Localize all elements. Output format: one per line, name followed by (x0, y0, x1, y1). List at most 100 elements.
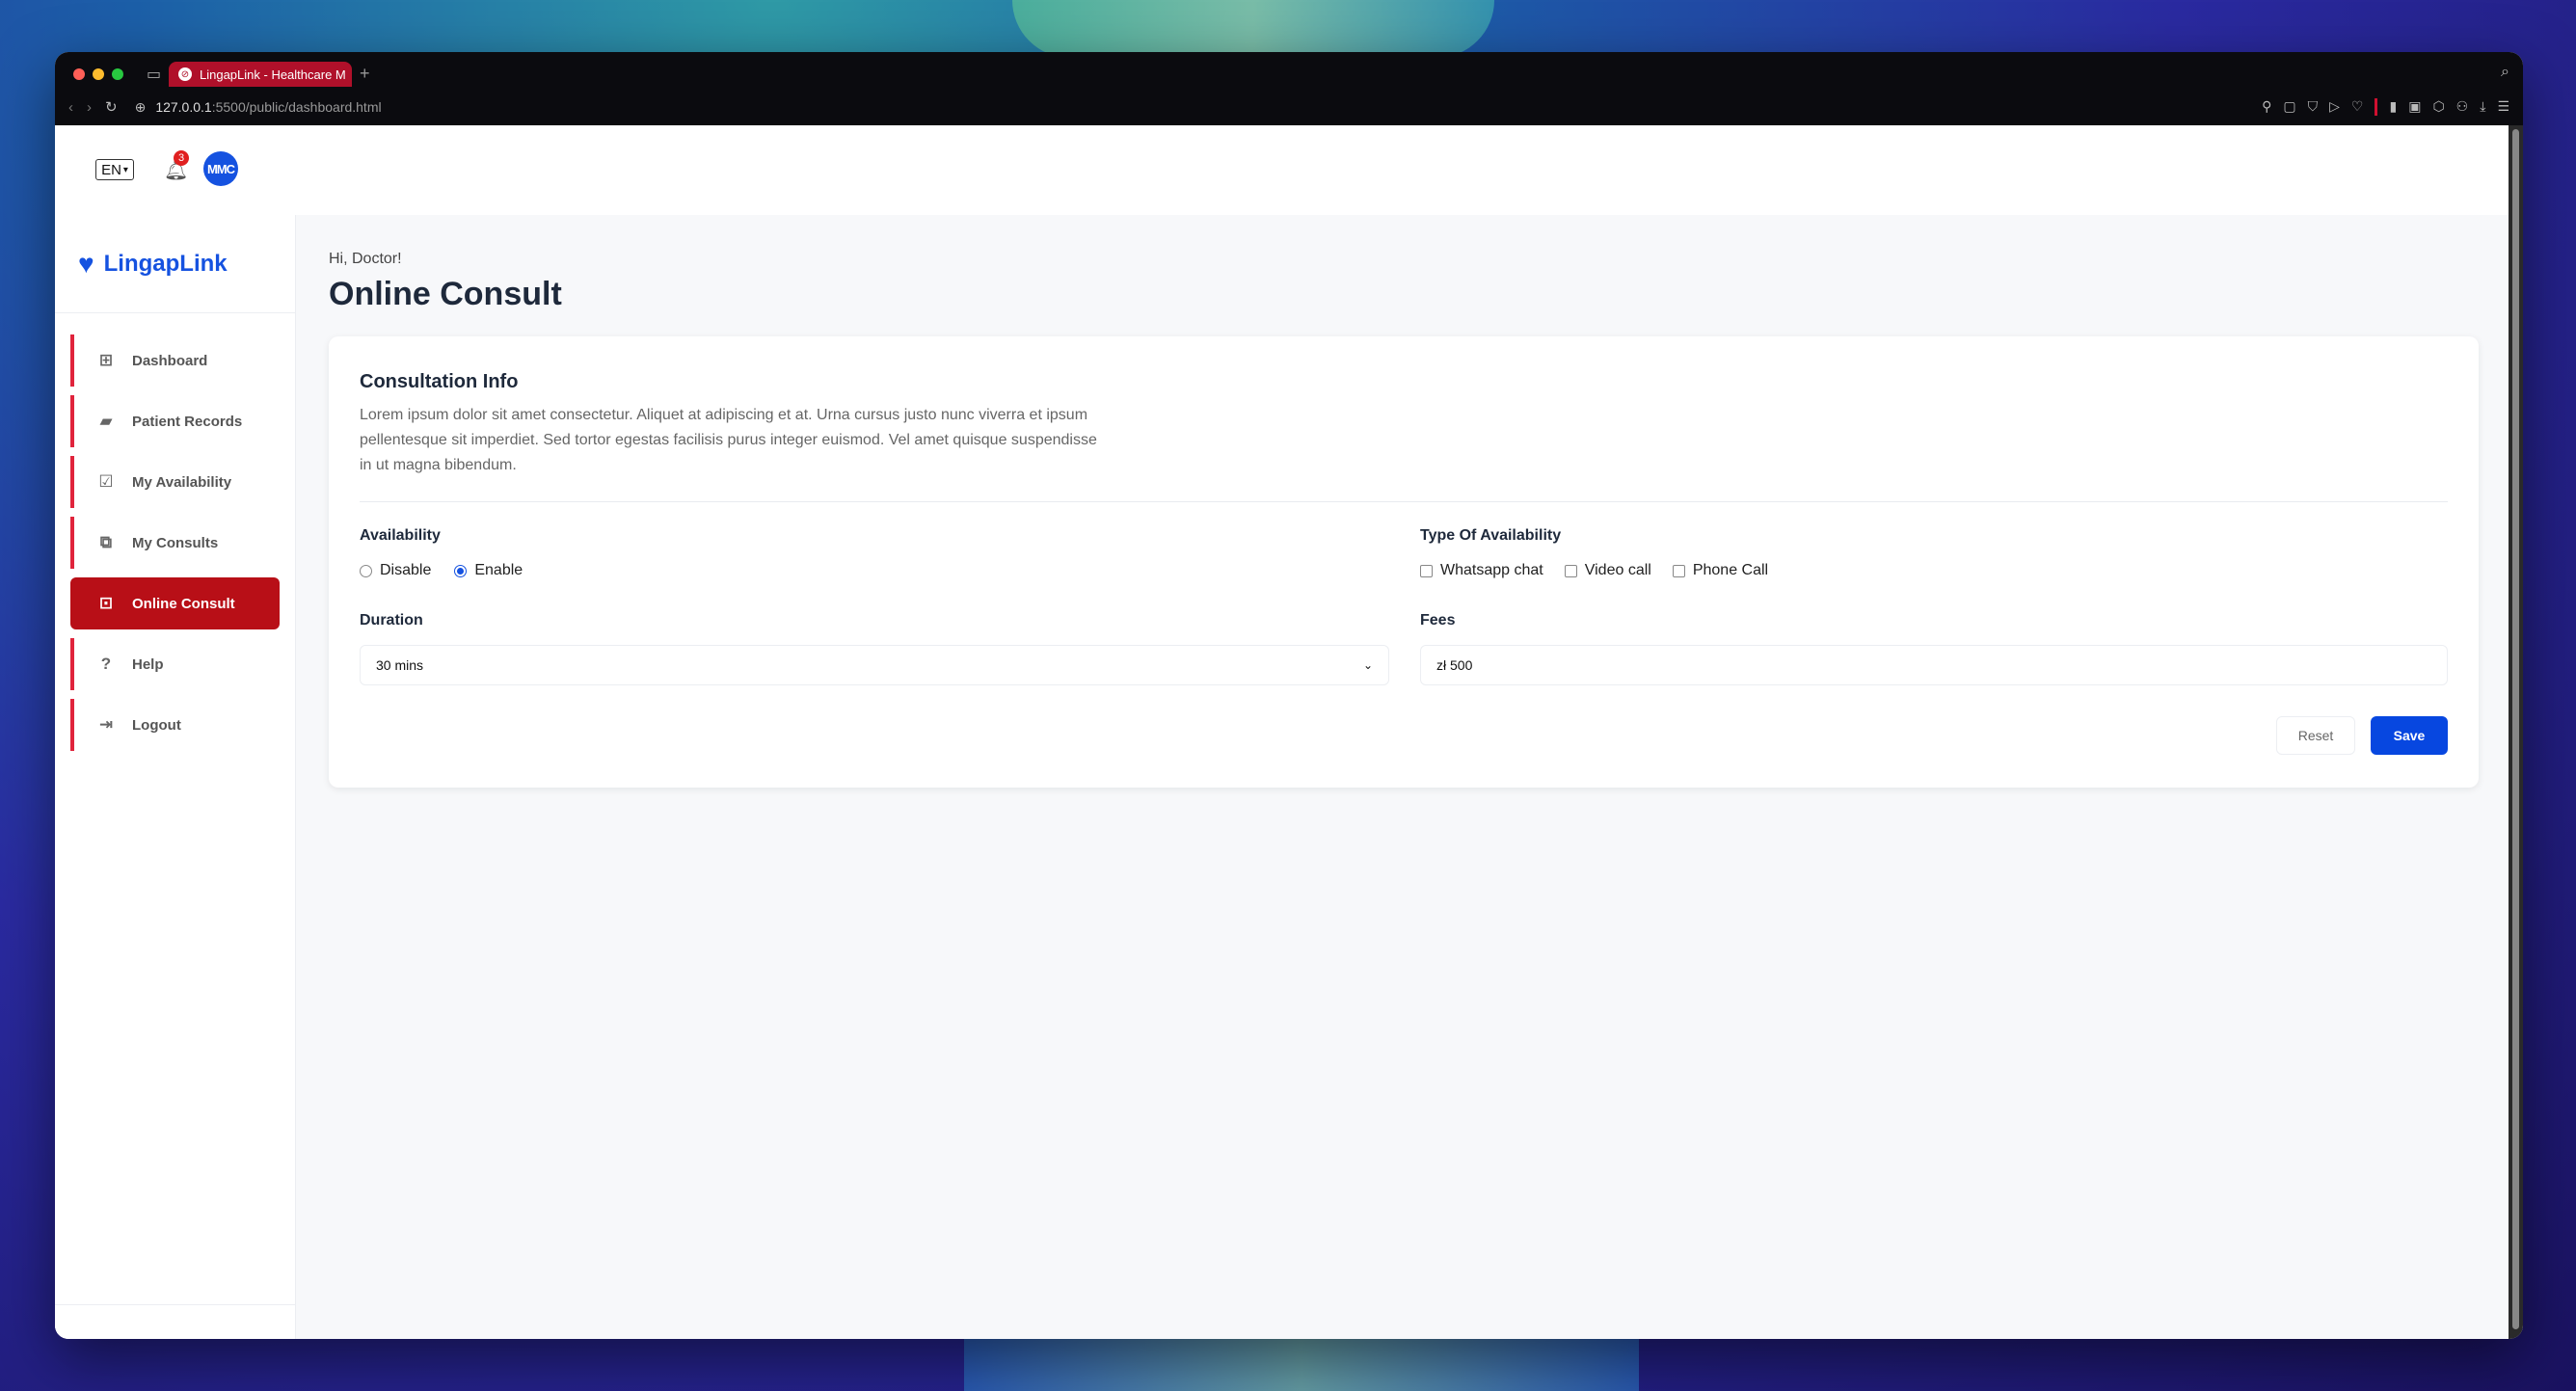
type-group: Type Of Availability Whatsapp chat Video… (1420, 527, 2448, 579)
back-icon[interactable]: ‹ (68, 99, 73, 116)
sidebar-item-label: Patient Records (132, 413, 243, 430)
browser-window: ▭ ⊘ LingapLink - Healthcare M + ⌕ ‹ › ↻ … (55, 52, 2523, 1339)
tab-title: LingapLink - Healthcare M (200, 67, 346, 82)
sidebar-item-label: Dashboard (132, 352, 208, 369)
profile-icon[interactable]: ⚇ (2456, 98, 2469, 116)
extension-toolbar: ⚲ ▢ ⛉ ▷ ♡ ▮ ▣ ⬡ ⚇ ⤓ ☰ (2262, 98, 2509, 116)
grid-icon: ⊞ (98, 351, 114, 369)
window-controls (73, 68, 123, 80)
sidebar-item-online-consult[interactable]: ⊡ Online Consult (70, 577, 280, 629)
sidebar-item-my-availability[interactable]: ☑ My Availability (70, 456, 280, 508)
option-label: Video call (1584, 562, 1651, 578)
extension-icon[interactable]: ▮ (2389, 98, 2397, 116)
card-title: Consultation Info (360, 371, 519, 392)
sidebar-item-label: My Availability (132, 473, 232, 491)
availability-options: Disable Enable (360, 562, 1389, 579)
option-label: Disable (380, 562, 432, 578)
url-host: 127.0.0.1 (155, 99, 212, 115)
page-title: Online Consult (329, 276, 562, 312)
fees-value: zł 500 (1436, 657, 1473, 673)
scrollbar-thumb[interactable] (2512, 129, 2519, 1329)
chevron-down-icon: ▾ (122, 164, 128, 175)
video-call-checkbox[interactable] (1564, 564, 1577, 577)
pin-icon[interactable]: ⚲ (2262, 98, 2271, 116)
calendar-check-icon: ☑ (98, 472, 114, 491)
type-options: Whatsapp chat Video call Phone Call (1420, 562, 2448, 579)
option-label: Phone Call (1692, 562, 1769, 578)
fees-label: Fees (1420, 612, 1456, 629)
sidebar-item-help[interactable]: ? Help (70, 638, 280, 690)
tab-favicon-icon: ⊘ (178, 67, 192, 81)
send-icon[interactable]: ▷ (2329, 98, 2340, 116)
duration-group: Duration 30 mins ⌄ (360, 612, 1389, 685)
new-tab-button[interactable]: + (360, 64, 370, 84)
reset-button[interactable]: Reset (2276, 716, 2355, 755)
url-path: :5500/public/dashboard.html (211, 99, 382, 115)
zoom-window-button[interactable] (112, 68, 123, 80)
sidebar-item-my-consults[interactable]: ⧉ My Consults (70, 517, 280, 569)
fees-group: Fees zł 500 (1420, 612, 2448, 685)
greeting: Hi, Doctor! (329, 251, 402, 267)
toolbar-divider (2375, 98, 2378, 116)
enable-radio[interactable] (454, 564, 468, 577)
wallet-icon[interactable]: ▣ (2408, 98, 2421, 116)
reload-icon[interactable]: ↻ (105, 98, 118, 116)
availability-disable-option[interactable]: Disable (360, 562, 431, 579)
puzzle-icon[interactable]: ⬡ (2432, 98, 2444, 116)
help-icon: ? (100, 655, 112, 673)
wallpaper-decoration (1012, 0, 1494, 58)
browser-chrome: ▭ ⊘ LingapLink - Healthcare M + ⌕ ‹ › ↻ … (55, 52, 2523, 125)
phone-call-checkbox[interactable] (1672, 564, 1685, 577)
sidebar-nav: ⊞ Dashboard ▰ Patient Records ☑ My Avail… (55, 313, 295, 751)
heart-icon[interactable]: ♡ (2351, 98, 2364, 116)
search-icon[interactable]: ⌕ (2501, 64, 2509, 81)
chevron-down-icon: ⌄ (1362, 658, 1373, 672)
disable-radio[interactable] (360, 564, 372, 577)
language-select[interactable]: EN ▾ (95, 159, 134, 180)
logout-icon: ⇥ (98, 715, 114, 734)
close-window-button[interactable] (73, 68, 85, 80)
sidebar-item-label: Online Consult (132, 595, 235, 612)
download-icon[interactable]: ⤓ (2480, 98, 2485, 116)
video-call-option[interactable]: Video call (1564, 562, 1651, 579)
duration-select[interactable]: 30 mins ⌄ (360, 645, 1389, 685)
shield-icon[interactable]: ⛉ (2308, 98, 2319, 116)
availability-enable-option[interactable]: Enable (454, 562, 523, 579)
sidebar-item-label: Logout (132, 716, 181, 734)
form-actions: Reset Save (360, 716, 2448, 755)
phone-call-option[interactable]: Phone Call (1672, 562, 1769, 579)
avatar[interactable]: MMC (203, 151, 238, 186)
whatsapp-checkbox[interactable] (1420, 564, 1433, 577)
option-label: Whatsapp chat (1440, 562, 1543, 578)
minimize-window-button[interactable] (93, 68, 104, 80)
sidebar-footer (55, 1304, 295, 1339)
address-row: ‹ › ↻ ⊕ 127.0.0.1:5500/public/dashboard.… (55, 93, 2523, 121)
tab-overview-icon[interactable]: ▭ (147, 65, 161, 84)
sidebar-item-logout[interactable]: ⇥ Logout (70, 699, 280, 751)
brand-name: LingapLink (103, 250, 228, 277)
brand-logo[interactable]: ♥ LingapLink (55, 215, 295, 313)
sidebar-item-label: Help (132, 655, 164, 673)
page-scrollbar[interactable] (2509, 125, 2523, 1339)
form-grid: Availability Disable Enable Type Of Avai… (360, 527, 2448, 685)
duration-value: 30 mins (376, 657, 424, 673)
notification-badge: 3 (174, 150, 189, 166)
availability-label: Availability (360, 527, 441, 544)
sidebar-item-dashboard[interactable]: ⊞ Dashboard (70, 334, 280, 387)
active-browser-tab[interactable]: ⊘ LingapLink - Healthcare M (169, 62, 352, 87)
option-label: Enable (474, 562, 523, 578)
save-button[interactable]: Save (2371, 716, 2448, 755)
sidebar-item-patient-records[interactable]: ▰ Patient Records (70, 395, 280, 447)
whatsapp-option[interactable]: Whatsapp chat (1420, 562, 1543, 579)
availability-group: Availability Disable Enable (360, 527, 1389, 579)
fees-input[interactable]: zł 500 (1420, 645, 2448, 685)
globe-icon: ⊕ (134, 98, 147, 115)
forward-icon[interactable]: › (87, 99, 92, 116)
address-bar[interactable]: ⊕ 127.0.0.1:5500/public/dashboard.html (135, 99, 382, 116)
bookmark-icon[interactable]: ▢ (2283, 98, 2295, 116)
language-value: EN (101, 161, 121, 178)
monitor-icon: ⊡ (98, 594, 114, 612)
consult-icon: ⧉ (99, 533, 113, 551)
divider (360, 501, 2448, 502)
menu-icon[interactable]: ☰ (2497, 98, 2509, 116)
